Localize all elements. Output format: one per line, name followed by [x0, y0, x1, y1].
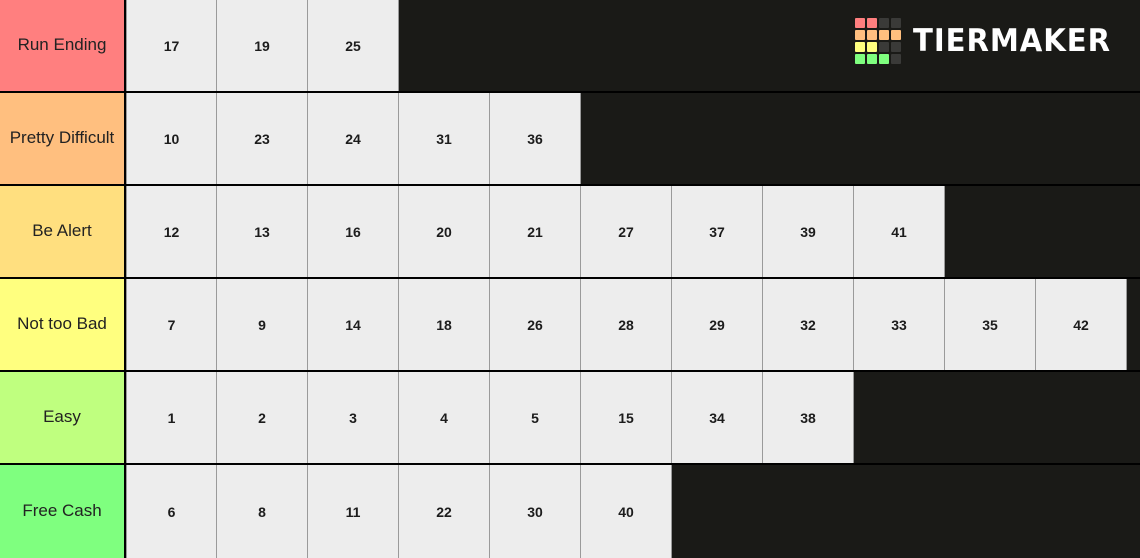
tier-tile[interactable]: 13: [217, 186, 308, 277]
tier-row: Be Alert 12 13 16 20 21 27 37 39 41: [0, 186, 1140, 279]
tier-tile[interactable]: 40: [581, 465, 672, 558]
tier-tile[interactable]: 22: [399, 465, 490, 558]
tier-tile[interactable]: 26: [490, 279, 581, 370]
tier-tile[interactable]: 36: [490, 93, 581, 184]
tier-tile[interactable]: 42: [1036, 279, 1127, 370]
tier-tile[interactable]: 19: [217, 0, 308, 91]
tier-tile[interactable]: 37: [672, 186, 763, 277]
tier-tile[interactable]: 2: [217, 372, 308, 463]
tier-tiles: 1 2 3 4 5 15 34 38: [126, 372, 1140, 463]
tier-tile[interactable]: 4: [399, 372, 490, 463]
tier-label[interactable]: Run Ending: [0, 0, 126, 91]
tier-tile[interactable]: 21: [490, 186, 581, 277]
tier-tile[interactable]: 35: [945, 279, 1036, 370]
tier-tile[interactable]: 5: [490, 372, 581, 463]
tier-tile[interactable]: 8: [217, 465, 308, 558]
tier-tile[interactable]: 34: [672, 372, 763, 463]
tier-tiles: 12 13 16 20 21 27 37 39 41: [126, 186, 1140, 277]
tier-tile[interactable]: 33: [854, 279, 945, 370]
tier-tile[interactable]: 10: [126, 93, 217, 184]
tier-tile[interactable]: 38: [763, 372, 854, 463]
tier-tile[interactable]: 14: [308, 279, 399, 370]
tier-tile[interactable]: 7: [126, 279, 217, 370]
tier-tile[interactable]: 39: [763, 186, 854, 277]
tier-tiles: 17 19 25: [126, 0, 1140, 91]
tier-tile[interactable]: 25: [308, 0, 399, 91]
tier-rows-container: Run Ending 17 19 25 Pretty Difficult 10 23 24 31…: [0, 0, 1140, 558]
tier-tile[interactable]: 31: [399, 93, 490, 184]
tier-label[interactable]: Not too Bad: [0, 279, 126, 370]
tier-tile[interactable]: 12: [126, 186, 217, 277]
tier-tile[interactable]: 41: [854, 186, 945, 277]
tier-label[interactable]: Pretty Difficult: [0, 93, 126, 184]
tier-tile[interactable]: 24: [308, 93, 399, 184]
tier-tile[interactable]: 27: [581, 186, 672, 277]
tier-label[interactable]: Free Cash: [0, 465, 126, 558]
tier-tiles: 7 9 14 18 26 28 29 32 33 35 42: [126, 279, 1140, 370]
tier-tile[interactable]: 18: [399, 279, 490, 370]
tier-list-board: Run Ending 17 19 25 Pretty Difficult 10 23 24 31…: [0, 0, 1140, 558]
tier-tile[interactable]: 29: [672, 279, 763, 370]
tier-tile[interactable]: 32: [763, 279, 854, 370]
tier-tile[interactable]: 28: [581, 279, 672, 370]
tier-row: Run Ending 17 19 25: [0, 0, 1140, 93]
tier-row: Easy 1 2 3 4 5 15 34 38: [0, 372, 1140, 465]
tier-tile[interactable]: 30: [490, 465, 581, 558]
tier-tile[interactable]: 3: [308, 372, 399, 463]
tier-tile[interactable]: 16: [308, 186, 399, 277]
tier-row: Free Cash 6 8 11 22 30 40: [0, 465, 1140, 558]
tier-label[interactable]: Easy: [0, 372, 126, 463]
tier-tile[interactable]: 23: [217, 93, 308, 184]
tier-label[interactable]: Be Alert: [0, 186, 126, 277]
tier-tile[interactable]: 17: [126, 0, 217, 91]
tier-tile[interactable]: 6: [126, 465, 217, 558]
tier-tile[interactable]: 9: [217, 279, 308, 370]
tier-tiles: 10 23 24 31 36: [126, 93, 1140, 184]
tier-row: Not too Bad 7 9 14 18 26 28 29 32 33 35 42: [0, 279, 1140, 372]
tier-tile[interactable]: 15: [581, 372, 672, 463]
tier-tile[interactable]: 1: [126, 372, 217, 463]
tier-tile[interactable]: 11: [308, 465, 399, 558]
tier-tile[interactable]: 20: [399, 186, 490, 277]
tier-tiles: 6 8 11 22 30 40: [126, 465, 1140, 558]
tier-row: Pretty Difficult 10 23 24 31 36: [0, 93, 1140, 186]
